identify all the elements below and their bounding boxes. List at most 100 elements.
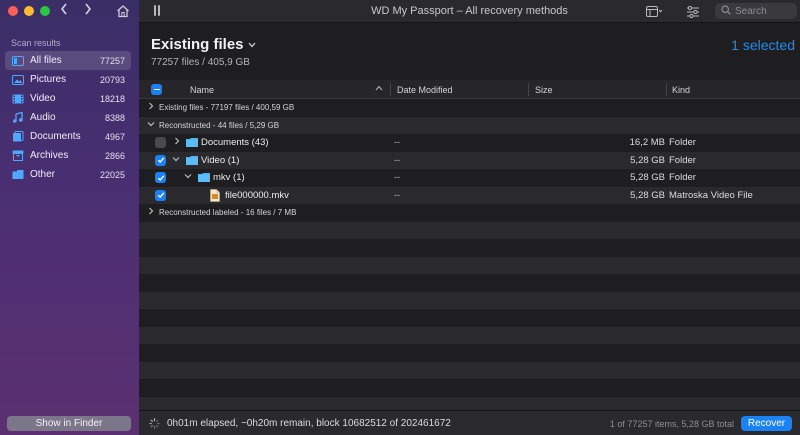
chevron-down-icon[interactable] (184, 172, 192, 181)
file-date: -- (394, 172, 400, 182)
view-options-icon[interactable] (643, 5, 665, 18)
column-header-size[interactable]: Size (535, 80, 553, 99)
show-in-finder-button[interactable]: Show in Finder (7, 416, 131, 431)
chevron-down-icon[interactable] (147, 120, 155, 129)
empty-row (139, 221, 800, 239)
empty-row (139, 326, 800, 344)
scan-progress-text: 0h01m elapsed, ~0h20m remain, block 1068… (167, 418, 451, 429)
row-checkbox[interactable] (155, 172, 166, 183)
selection-count: 1 selected (731, 37, 795, 53)
column-header-kind[interactable]: Kind (672, 80, 690, 99)
file-date: -- (394, 154, 400, 165)
page-title: Existing files (151, 36, 244, 53)
chevron-right-icon[interactable] (148, 102, 154, 112)
view-title-dropdown[interactable]: Existing files (151, 36, 256, 53)
empty-row (139, 274, 800, 292)
file-date: -- (394, 189, 400, 200)
sidebar-item-count: 2866 (104, 150, 125, 161)
chevron-down-icon[interactable] (172, 155, 180, 164)
folder-icon (198, 173, 210, 182)
close-window-button[interactable] (8, 6, 18, 16)
documents-icon (12, 131, 24, 142)
chevron-right-icon[interactable] (148, 207, 154, 217)
column-header-name[interactable]: Name (190, 80, 214, 99)
scan-results-label: Scan results (11, 38, 61, 48)
file-size: 5,28 GB (630, 189, 665, 201)
sidebar-item-count: 22025 (99, 169, 125, 180)
audio-icon (12, 112, 24, 123)
empty-row (139, 344, 800, 362)
sidebar-item-documents[interactable]: Documents 4967 (5, 127, 131, 146)
sidebar-item-count: 20793 (99, 74, 125, 85)
file-kind: Matroska Video File (669, 189, 753, 201)
toolbar: WD My Passport – All recovery methods (117, 0, 800, 23)
sidebar-item-video[interactable]: Video 18218 (5, 89, 131, 108)
search-input[interactable] (735, 5, 795, 17)
file-date: -- (394, 137, 400, 147)
content-header: Existing files 77257 files / 405,9 GB 1 … (139, 24, 800, 80)
table-row[interactable]: file000000.mkv -- 5,28 GB Matroska Video… (139, 186, 800, 204)
empty-row (139, 309, 800, 327)
all-files-icon (12, 55, 24, 66)
sidebar-item-all-files[interactable]: All files 77257 (5, 51, 131, 70)
group-row-reconstructed-labeled[interactable]: Reconstructed labeled - 16 files / 7 MB (139, 204, 800, 222)
sidebar-item-pictures[interactable]: Pictures 20793 (5, 70, 131, 89)
empty-row (139, 239, 800, 257)
empty-row (139, 256, 800, 274)
sidebar-item-audio[interactable]: Audio 8388 (5, 108, 131, 127)
search-icon (721, 4, 731, 18)
sidebar-item-count: 8388 (104, 112, 125, 123)
status-bar: 0h01m elapsed, ~0h20m remain, block 1068… (139, 410, 800, 435)
column-header-date[interactable]: Date Modified (397, 80, 453, 99)
app-window: Scan results All files 77257 Pictures 20… (0, 0, 800, 435)
file-size: 5,28 GB (630, 172, 665, 183)
search-box[interactable] (715, 3, 797, 19)
file-name: Documents (43) (201, 137, 269, 148)
sidebar-toggle-icon[interactable] (153, 5, 163, 16)
selection-summary: 1 of 77257 items, 5,28 GB total (609, 419, 734, 429)
file-name: mkv (1) (213, 172, 245, 183)
sidebar-item-count: 77257 (99, 55, 125, 66)
sidebar-item-count: 4967 (104, 131, 125, 142)
chevron-right-icon[interactable] (84, 3, 92, 18)
recover-button[interactable]: Recover (741, 416, 792, 431)
loading-spinner-icon (149, 418, 160, 429)
sidebar-item-other[interactable]: Other 22025 (5, 165, 131, 184)
group-row-reconstructed[interactable]: Reconstructed - 44 files / 5,29 GB (139, 116, 800, 134)
table-row[interactable]: mkv (1) -- 5,28 GB Folder (139, 169, 800, 187)
empty-row (139, 291, 800, 309)
home-icon[interactable] (116, 4, 130, 18)
sidebar-item-archives[interactable]: Archives 2866 (5, 146, 131, 165)
file-kind: Folder (669, 154, 696, 166)
chevron-down-icon (248, 40, 256, 50)
navigation-arrows (60, 3, 92, 18)
sidebar-item-label: Other (30, 169, 56, 180)
file-size: 16,2 MB (629, 137, 665, 148)
sidebar-item-label: Documents (30, 131, 81, 142)
minimize-window-button[interactable] (24, 6, 34, 16)
row-checkbox[interactable] (155, 154, 166, 166)
group-label: Reconstructed - 44 files / 5,29 GB (159, 120, 280, 130)
empty-row (139, 379, 800, 397)
group-row-existing[interactable]: Existing files - 77197 files / 400,59 GB (139, 99, 800, 117)
table-row[interactable]: Video (1) -- 5,28 GB Folder (139, 151, 800, 169)
row-checkbox[interactable] (155, 189, 166, 201)
file-table: Name Date Modified Size Kind Existing fi… (139, 80, 800, 410)
maximize-window-button[interactable] (40, 6, 50, 16)
sliders-icon[interactable] (682, 5, 704, 18)
pictures-icon (12, 74, 24, 85)
empty-row (139, 396, 800, 410)
row-checkbox[interactable] (155, 137, 166, 148)
folder-icon (186, 138, 198, 147)
window-controls (8, 6, 50, 16)
sidebar-item-label: Video (30, 93, 56, 104)
sort-ascending-icon[interactable] (375, 84, 383, 93)
chevron-left-icon[interactable] (60, 3, 68, 18)
video-file-icon (210, 188, 220, 202)
chevron-right-icon[interactable] (174, 137, 180, 147)
table-body: Existing files - 77197 files / 400,59 GB… (139, 99, 800, 410)
other-icon (12, 169, 24, 180)
select-all-checkbox[interactable] (151, 84, 162, 95)
video-icon (12, 93, 24, 104)
table-row[interactable]: Documents (43) -- 16,2 MB Folder (139, 134, 800, 152)
